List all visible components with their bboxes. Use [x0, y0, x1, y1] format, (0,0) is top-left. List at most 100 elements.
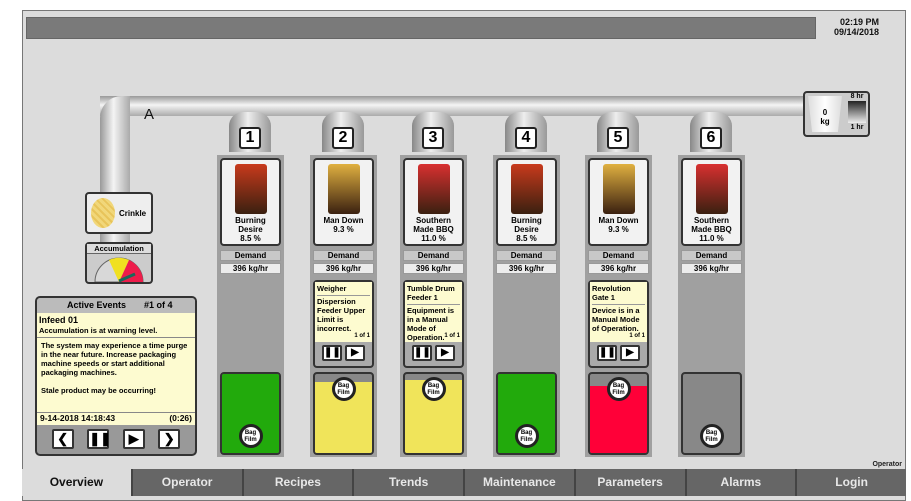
lane-number: 1: [239, 127, 261, 149]
lane-number: 5: [607, 127, 629, 149]
alarm-page: 1 of 1: [444, 333, 460, 339]
alarm-page: 1 of 1: [629, 333, 645, 339]
tab-label: Parameters: [597, 475, 663, 489]
active-events-panel: Active Events #1 of 4 Infeed 01 Accumulati…: [35, 296, 197, 456]
pause-button[interactable]: ❚❚: [597, 345, 617, 361]
product-card[interactable]: Man Down 9.3 %: [588, 158, 649, 246]
tab-operator[interactable]: Operator: [130, 469, 242, 496]
meter-min: 1 hr: [850, 124, 864, 131]
lane-alarm: Revolution Gate 1 Device is in a Manual …: [588, 280, 649, 368]
lane-number: 2: [332, 127, 354, 149]
bin-level[interactable]: Bag Film: [403, 372, 464, 455]
tab-label: Login: [835, 475, 868, 489]
next-event-button[interactable]: ❯: [158, 429, 181, 449]
play-button[interactable]: ▶: [345, 345, 365, 361]
bin-level[interactable]: Bag Film: [313, 372, 374, 455]
bag-film-indicator[interactable]: Bag Film: [699, 424, 724, 448]
play-button[interactable]: ▶: [122, 429, 145, 449]
product-percent: 11.0 %: [699, 234, 724, 243]
tab-maintenance[interactable]: Maintenance: [463, 469, 574, 496]
event-source: Infeed 01: [39, 315, 79, 325]
accumulation-label: Accumulation: [87, 244, 151, 254]
tab-label: Recipes: [274, 475, 321, 489]
tab-label: Trends: [388, 475, 429, 489]
demand-value: 396 kg/hr: [681, 263, 742, 274]
demand-value: 396 kg/hr: [403, 263, 464, 274]
bin-level[interactable]: Bag Film: [496, 372, 557, 455]
event-summary: Accumulation is at warning level.: [39, 326, 158, 335]
demand-label: Demand: [220, 250, 281, 261]
chip-bag-image: [327, 164, 360, 214]
product-type-button[interactable]: Crinkle: [85, 192, 153, 234]
product-card[interactable]: Man Down 9.3 %: [313, 158, 374, 246]
bag-film-indicator[interactable]: Bag Film: [514, 424, 539, 448]
play-button[interactable]: ▶: [620, 345, 640, 361]
event-elapsed: (0:26): [169, 413, 192, 423]
product-card[interactable]: Southern Made BBQ 11.0 %: [403, 158, 464, 246]
demand-label: Demand: [313, 250, 374, 261]
bag-film-indicator[interactable]: Bag Film: [606, 377, 631, 401]
accumulation-gauge[interactable]: Accumulation: [85, 242, 153, 284]
time: 02:19 PM: [839, 17, 879, 27]
previous-event-button[interactable]: ❮: [51, 429, 74, 449]
buffer-weight: 0: [822, 108, 828, 117]
clock: 02:19 PM 09/14/2018: [834, 17, 879, 37]
nav-tabs: Overview Operator Recipes Trends Maintenance…: [22, 461, 906, 496]
buffer-storage[interactable]: 0 kg 8 hr 1 hr: [803, 91, 870, 137]
chip-bag-image: [695, 164, 728, 214]
bag-film-indicator[interactable]: Bag Film: [238, 424, 263, 448]
tab-trends[interactable]: Trends: [352, 469, 463, 496]
gauge-icon: [94, 257, 144, 283]
alarm-source: Tumble Drum Feeder 1: [407, 284, 460, 305]
pause-button[interactable]: ❚❚: [87, 429, 111, 449]
lane-1: Burning Desire 8.5 % Demand 396 kg/hr Ba…: [217, 155, 284, 457]
logged-in-user: Operator: [872, 461, 902, 468]
product-name: Man Down: [323, 216, 364, 225]
product-card[interactable]: Burning Desire 8.5 %: [496, 158, 557, 246]
demand-label: Demand: [588, 250, 649, 261]
bin-level[interactable]: Bag Film: [681, 372, 742, 455]
lane-2: Man Down 9.3 % Demand 396 kg/hr Weigher …: [310, 155, 377, 457]
lane-alarm: Tumble Drum Feeder 1 Equipment is in a M…: [403, 280, 464, 368]
bag-film-indicator[interactable]: Bag Film: [421, 377, 446, 401]
lane-number: 3: [422, 127, 444, 149]
chip-bag-image: [602, 164, 635, 214]
tab-label: Alarms: [720, 475, 762, 489]
buffer-time-meter: 8 hr 1 hr: [846, 93, 868, 135]
tab-login[interactable]: Login Operator: [795, 461, 906, 496]
tab-label: Operator: [161, 475, 213, 489]
pause-button[interactable]: ❚❚: [322, 345, 342, 361]
event-timestamp: 9-14-2018 14:18:43: [40, 413, 116, 423]
bag-film-indicator[interactable]: Bag Film: [331, 377, 356, 401]
lane-5: Man Down 9.3 % Demand 396 kg/hr Revoluti…: [585, 155, 652, 457]
lane-number: 6: [700, 127, 722, 149]
tab-parameters[interactable]: Parameters: [573, 469, 685, 496]
alarm-message: Dispersion Feeder Upper Limit is incorre…: [317, 297, 366, 333]
product-name: Crinkle: [119, 209, 147, 218]
demand-value: 396 kg/hr: [313, 263, 374, 274]
product-name: Southern Made BBQ: [691, 216, 732, 234]
event-note: Stale product may be occurring!: [41, 386, 157, 395]
bin-level[interactable]: Bag Film: [220, 372, 281, 455]
tab-overview[interactable]: Overview: [22, 469, 131, 496]
product-name: Burning Desire: [235, 216, 266, 234]
chip-bag-image: [417, 164, 450, 214]
product-name: Man Down: [598, 216, 639, 225]
product-card[interactable]: Southern Made BBQ 11.0 %: [681, 158, 742, 246]
product-percent: 8.5 %: [240, 234, 261, 243]
pause-button[interactable]: ❚❚: [412, 345, 432, 361]
chip-bag-image: [510, 164, 543, 214]
lane-6: Southern Made BBQ 11.0 % Demand 396 kg/h…: [678, 155, 745, 457]
events-counter: #1 of 4: [144, 300, 173, 310]
chip-bag-image: [234, 164, 267, 214]
line-label: A: [144, 106, 155, 123]
product-card[interactable]: Burning Desire 8.5 %: [220, 158, 281, 246]
play-button[interactable]: ▶: [435, 345, 455, 361]
product-percent: 11.0 %: [421, 234, 446, 243]
product-percent: 9.3 %: [608, 225, 629, 234]
bin-level[interactable]: Bag Film: [588, 372, 649, 455]
tab-alarms[interactable]: Alarms: [684, 469, 796, 496]
bucket-icon: 0 kg: [808, 96, 842, 132]
tab-recipes[interactable]: Recipes: [241, 469, 353, 496]
lane-alarm: Weigher Dispersion Feeder Upper Limit is…: [313, 280, 374, 368]
